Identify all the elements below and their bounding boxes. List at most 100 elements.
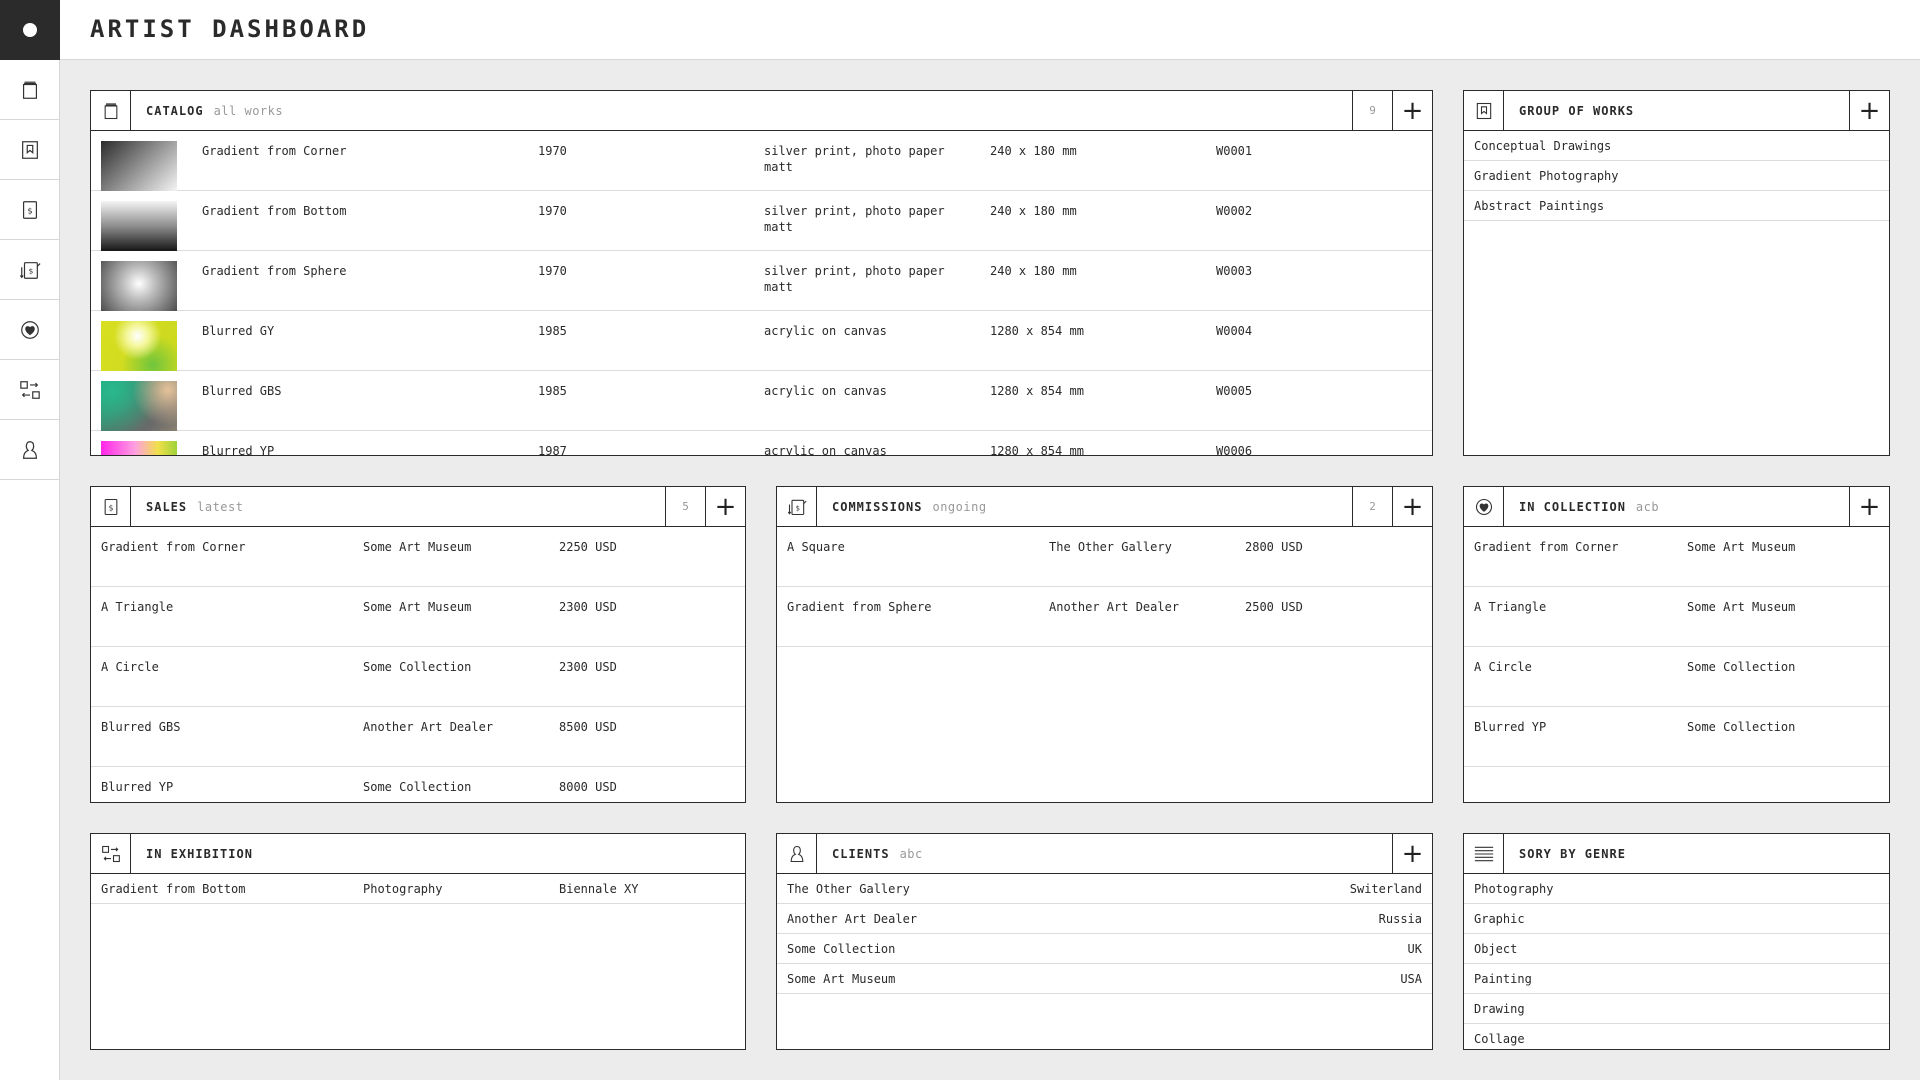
client-name: The Other Gallery: [787, 882, 910, 896]
sales-header: $ SALES latest 5 +: [91, 487, 745, 527]
list-item[interactable]: Painting: [1464, 964, 1889, 994]
exchange-dollar-icon: $: [787, 499, 807, 515]
table-row[interactable]: Another Art Dealer Russia: [777, 904, 1432, 934]
catalog-add-button[interactable]: +: [1392, 91, 1432, 130]
table-row[interactable]: Blurred GY 1985 acrylic on canvas 1280 x…: [91, 311, 1432, 371]
client-name: Another Art Dealer: [787, 912, 918, 926]
artwork-thumbnail[interactable]: [101, 321, 177, 371]
in-exhibition-title: IN EXHIBITION: [146, 846, 253, 861]
sidebar-item-clients[interactable]: [0, 420, 60, 480]
work-year: 1970: [538, 264, 567, 278]
clients-title: CLIENTS: [832, 846, 890, 861]
sidebar-item-groups[interactable]: [0, 120, 60, 180]
list-item[interactable]: Conceptual Drawings: [1464, 131, 1889, 161]
commissions-title: COMMISSIONS: [832, 499, 923, 514]
sidebar-item-exhibition[interactable]: [0, 360, 60, 420]
table-row[interactable]: Blurred GBS 1985 acrylic on canvas 1280 …: [91, 371, 1432, 431]
work-year: 1987: [538, 444, 567, 456]
table-row[interactable]: The Other Gallery Switerland: [777, 874, 1432, 904]
artwork-thumbnail[interactable]: [101, 141, 177, 191]
client-name: Some Collection: [787, 942, 896, 956]
catalog-subtitle: all works: [213, 103, 284, 118]
collection-work: Blurred YP: [1474, 720, 1547, 734]
sale-buyer: Some Art Museum: [363, 540, 472, 554]
commission-work: Gradient from Sphere: [787, 600, 932, 614]
person-icon: [790, 845, 803, 862]
commissions-panel: $ COMMISSIONS ongoing 2 + A Square The O…: [776, 486, 1433, 803]
clients-add-button[interactable]: +: [1392, 834, 1432, 873]
table-row[interactable]: Blurred GBS Another Art Dealer 8500 USD: [91, 707, 745, 767]
table-row[interactable]: A Square The Other Gallery 2800 USD: [777, 527, 1432, 587]
artwork-thumbnail[interactable]: [101, 261, 177, 311]
work-size: 240 x 180 mm: [990, 144, 1077, 158]
list-item[interactable]: Gradient Photography: [1464, 161, 1889, 191]
table-row[interactable]: Gradient from Corner 1970 silver print, …: [91, 131, 1432, 191]
in-collection-subtitle: acb: [1635, 499, 1660, 514]
list-item[interactable]: Graphic: [1464, 904, 1889, 934]
table-row[interactable]: Gradient from Corner Some Art Museum 225…: [91, 527, 745, 587]
sidebar-item-catalog[interactable]: [0, 60, 60, 120]
commissions-count: 2: [1352, 487, 1392, 526]
sidebar-item-commissions[interactable]: $: [0, 240, 60, 300]
sales-add-button[interactable]: +: [705, 487, 745, 526]
dollar-icon: $: [22, 200, 38, 219]
in-exhibition-header: IN EXHIBITION: [91, 834, 745, 874]
work-title: Gradient from Sphere: [202, 264, 347, 278]
exhibition-work: Gradient from Bottom: [101, 882, 246, 896]
list-item[interactable]: Drawing: [1464, 994, 1889, 1024]
table-row[interactable]: A Circle Some Collection 2300 USD: [91, 647, 745, 707]
table-row[interactable]: Gradient from Sphere Another Art Dealer …: [777, 587, 1432, 647]
sales-panel: $ SALES latest 5 + Gradient from Corner …: [90, 486, 746, 803]
dollar-icon: $: [104, 498, 117, 515]
table-row[interactable]: A Triangle Some Art Museum 2300 USD: [91, 587, 745, 647]
artwork-thumbnail[interactable]: [101, 441, 177, 455]
list-item[interactable]: Abstract Paintings: [1464, 191, 1889, 221]
table-row[interactable]: A Circle Some Collection: [1464, 647, 1889, 707]
collection-owner: Some Art Museum: [1687, 600, 1796, 614]
commissions-add-button[interactable]: +: [1392, 487, 1432, 526]
list-item[interactable]: Object: [1464, 934, 1889, 964]
sale-buyer: Some Art Museum: [363, 600, 472, 614]
table-row[interactable]: Some Collection UK: [777, 934, 1432, 964]
list-item[interactable]: Photography: [1464, 874, 1889, 904]
sale-price: 8000 USD: [559, 780, 617, 794]
work-id: W0006: [1216, 444, 1253, 456]
person-icon: [22, 440, 38, 459]
table-row[interactable]: A Triangle Some Art Museum: [1464, 587, 1889, 647]
bookmark-icon: [22, 140, 38, 159]
sale-work: Gradient from Corner: [101, 540, 246, 554]
catalog-panel: CATALOG all works 9 + Gradient from Corn…: [90, 90, 1433, 456]
artwork-thumbnail[interactable]: [101, 201, 177, 251]
heart-icon: [21, 320, 39, 339]
sales-subtitle: latest: [197, 499, 244, 514]
table-row[interactable]: Some Art Museum USA: [777, 964, 1432, 994]
clients-header: CLIENTS abc +: [777, 834, 1432, 874]
logo[interactable]: [0, 0, 60, 60]
work-id: W0003: [1216, 264, 1253, 278]
table-row[interactable]: Gradient from Bottom Photography Biennal…: [91, 874, 745, 904]
table-row[interactable]: Gradient from Sphere 1970 silver print, …: [91, 251, 1432, 311]
work-year: 1970: [538, 144, 567, 158]
table-row[interactable]: Blurred YP Some Collection 8000 USD: [91, 767, 745, 802]
sale-buyer: Another Art Dealer: [363, 720, 494, 734]
in-collection-add-button[interactable]: +: [1849, 487, 1889, 526]
work-size: 240 x 180 mm: [990, 204, 1077, 218]
artwork-thumbnail[interactable]: [101, 381, 177, 431]
commission-client: The Other Gallery: [1049, 540, 1172, 554]
table-row[interactable]: Blurred YP 1987 acrylic on canvas 1280 x…: [91, 431, 1432, 456]
groups-add-button[interactable]: +: [1849, 91, 1889, 130]
sidebar-item-collection[interactable]: [0, 300, 60, 360]
sale-work: A Circle: [101, 660, 159, 674]
sidebar-item-sales[interactable]: $: [0, 180, 60, 240]
list-item[interactable]: Collage: [1464, 1024, 1889, 1049]
collection-work: A Circle: [1474, 660, 1532, 674]
table-row[interactable]: Gradient from Corner Some Art Museum: [1464, 527, 1889, 587]
list-icon: [1474, 846, 1493, 861]
catalog-header: CATALOG all works 9 +: [91, 91, 1432, 131]
table-row[interactable]: Blurred YP Some Collection: [1464, 707, 1889, 767]
work-year: 1985: [538, 324, 567, 338]
sale-buyer: Some Collection: [363, 780, 472, 794]
catalog-count: 9: [1352, 91, 1392, 130]
work-medium: acrylic on canvas: [764, 324, 887, 338]
table-row[interactable]: Gradient from Bottom 1970 silver print, …: [91, 191, 1432, 251]
